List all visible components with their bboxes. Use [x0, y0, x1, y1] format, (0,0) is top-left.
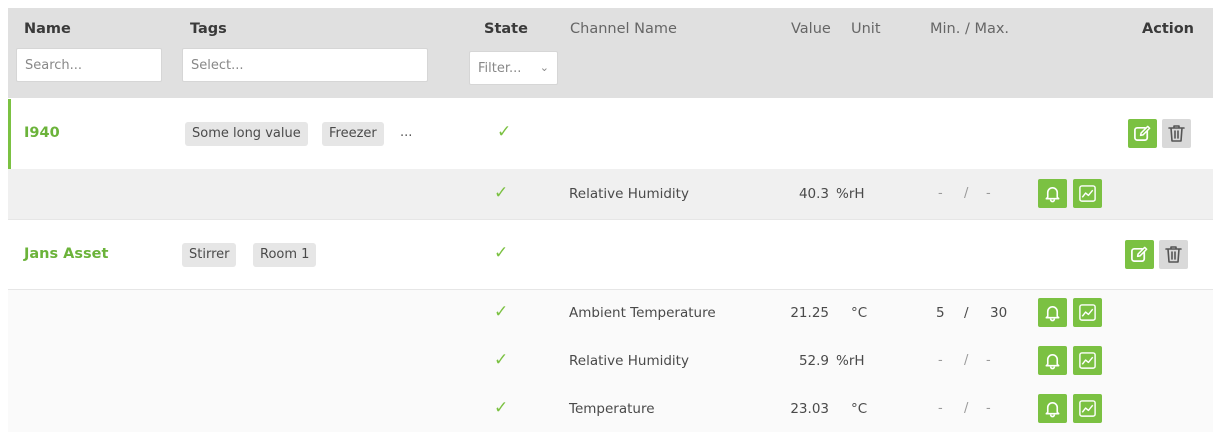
- bell-icon: [1045, 306, 1060, 322]
- chart-button[interactable]: [1073, 298, 1102, 327]
- channel-value: 21.25: [790, 305, 829, 321]
- tags-column-header[interactable]: Tags: [190, 21, 227, 37]
- min-max-separator: /: [964, 401, 969, 416]
- chevron-down-icon: ⌄: [539, 61, 549, 74]
- channel-min: -: [938, 401, 943, 416]
- state-filter-select[interactable]: Filter... ⌄: [469, 51, 558, 85]
- delete-asset-button[interactable]: [1159, 240, 1188, 269]
- state-filter-value: Filter...: [478, 61, 522, 76]
- action-column-header: Action: [1142, 21, 1195, 37]
- channel-unit: %rH: [836, 353, 865, 369]
- channel-min: -: [938, 353, 943, 368]
- channel-row[interactable]: ✓ Relative Humidity 40.3 %rH - / -: [8, 169, 1213, 219]
- bell-icon: [1045, 354, 1060, 370]
- alarm-button[interactable]: [1038, 394, 1067, 423]
- alarm-button[interactable]: [1038, 179, 1067, 208]
- channel-max: -: [986, 401, 991, 416]
- min-max-separator: /: [964, 353, 969, 368]
- bell-icon: [1045, 187, 1060, 203]
- check-icon: ✓: [494, 398, 509, 418]
- check-icon: ✓: [494, 302, 509, 322]
- check-icon: ✓: [494, 243, 509, 263]
- more-tags-indicator[interactable]: ...: [400, 125, 412, 140]
- min-max-separator: /: [964, 186, 969, 201]
- asset-table: Name Tags State Channel Name Value Unit …: [8, 8, 1213, 432]
- edit-asset-button[interactable]: [1128, 119, 1157, 148]
- chart-icon: [1079, 352, 1096, 369]
- check-icon: ✓: [497, 122, 512, 142]
- edit-asset-button[interactable]: [1125, 240, 1154, 269]
- minmax-column-header: Min. / Max.: [930, 21, 1010, 37]
- asset-row[interactable]: Jans Asset Stirrer Room 1 ✓: [8, 219, 1213, 289]
- unit-column-header: Unit: [851, 21, 881, 37]
- channel-row[interactable]: ✓ Temperature 23.03 °C - / -: [8, 386, 1213, 432]
- chart-button[interactable]: [1073, 394, 1102, 423]
- check-icon: ✓: [494, 183, 509, 203]
- min-max-separator: /: [964, 305, 969, 321]
- channel-value: 40.3: [798, 186, 829, 202]
- edit-icon: [1131, 246, 1148, 263]
- asset-row[interactable]: I940 Some long value Freezer ... ✓: [8, 99, 1213, 169]
- channel-value: 23.03: [790, 401, 829, 417]
- channel-column-header: Channel Name: [570, 21, 677, 37]
- check-icon: ✓: [494, 350, 509, 370]
- channel-value: 52.9: [798, 353, 829, 369]
- delete-asset-button[interactable]: [1162, 119, 1191, 148]
- name-search-input[interactable]: Search...: [16, 48, 162, 82]
- asset-name-link[interactable]: I940: [24, 125, 60, 141]
- channel-group: ✓ Ambient Temperature 21.25 °C 5 / 30 ✓ …: [8, 289, 1213, 432]
- value-column-header: Value: [791, 21, 831, 37]
- channel-unit: %rH: [836, 186, 865, 202]
- channel-max: -: [986, 186, 991, 201]
- channel-max: -: [986, 353, 991, 368]
- channel-name: Relative Humidity: [569, 353, 689, 369]
- channel-row[interactable]: ✓ Relative Humidity 52.9 %rH - / -: [8, 338, 1213, 386]
- tag-chip: Freezer: [322, 122, 384, 146]
- tag-chip: Some long value: [185, 122, 308, 146]
- chart-icon: [1079, 304, 1096, 321]
- state-column-header[interactable]: State: [484, 21, 528, 37]
- channel-max: 30: [990, 305, 1008, 321]
- chart-icon: [1079, 400, 1096, 417]
- trash-icon: [1168, 125, 1185, 142]
- chart-button[interactable]: [1073, 179, 1102, 208]
- chart-icon: [1079, 185, 1096, 202]
- channel-unit: °C: [851, 401, 868, 417]
- alarm-button[interactable]: [1038, 346, 1067, 375]
- channel-row[interactable]: ✓ Ambient Temperature 21.25 °C 5 / 30: [8, 290, 1213, 340]
- bell-icon: [1045, 402, 1060, 418]
- name-column-header[interactable]: Name: [24, 21, 71, 37]
- edit-icon: [1134, 125, 1151, 142]
- tag-chip: Room 1: [253, 243, 317, 267]
- table-header: Name Tags State Channel Name Value Unit …: [8, 8, 1213, 98]
- chart-button[interactable]: [1073, 346, 1102, 375]
- tags-select-input[interactable]: Select...: [182, 48, 428, 82]
- asset-name-link[interactable]: Jans Asset: [24, 246, 108, 262]
- channel-min: -: [938, 186, 943, 201]
- channel-name: Ambient Temperature: [569, 305, 716, 321]
- channel-unit: °C: [851, 305, 868, 321]
- alarm-button[interactable]: [1038, 298, 1067, 327]
- channel-min: 5: [936, 305, 945, 321]
- trash-icon: [1165, 246, 1182, 263]
- channel-name: Relative Humidity: [569, 186, 689, 202]
- tag-chip: Stirrer: [182, 243, 237, 267]
- channel-name: Temperature: [569, 401, 655, 417]
